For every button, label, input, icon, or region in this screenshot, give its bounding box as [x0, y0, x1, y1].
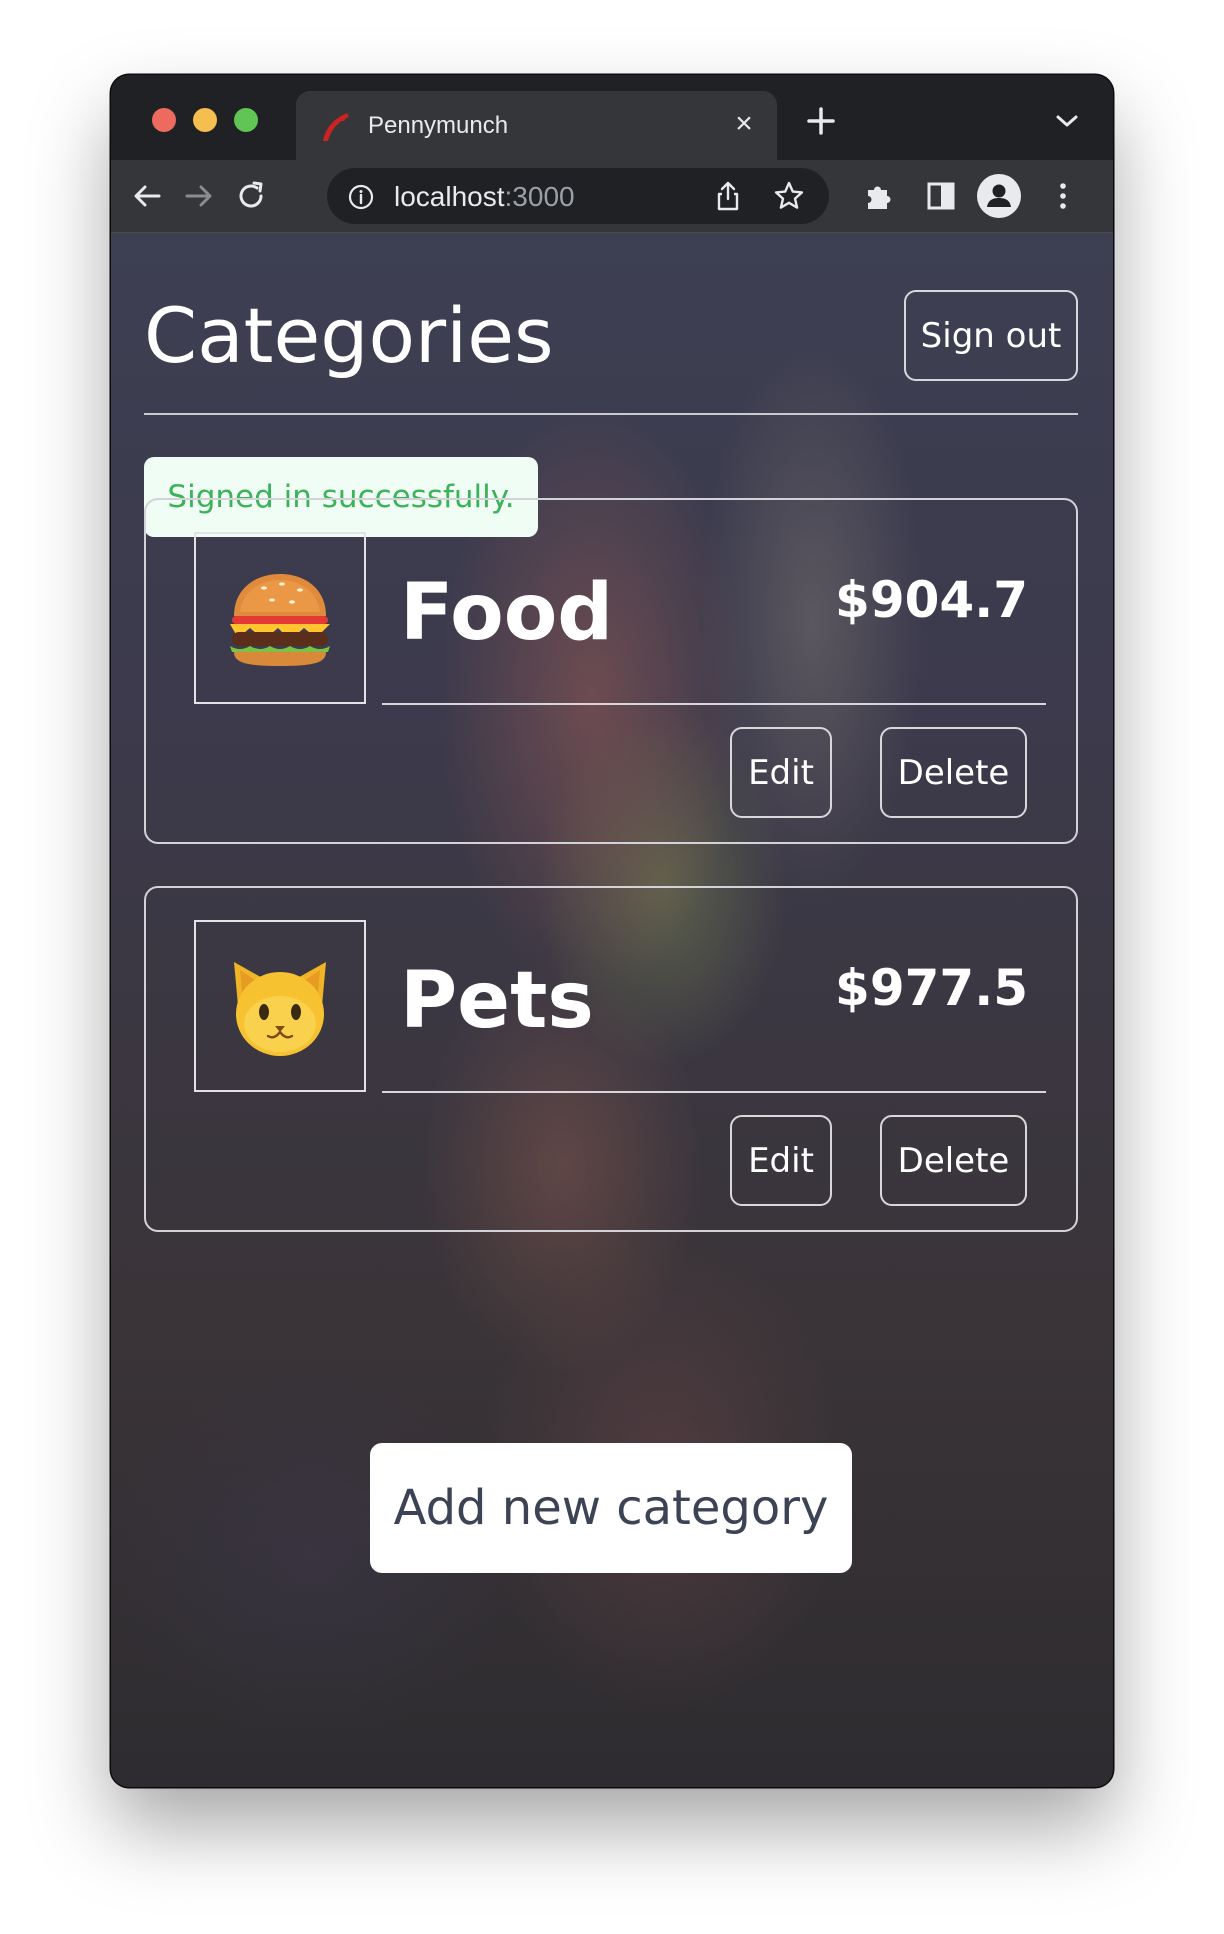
reload-icon[interactable]: [233, 178, 269, 214]
profile-avatar[interactable]: [977, 174, 1021, 218]
more-menu-icon[interactable]: [1045, 178, 1081, 214]
header-divider: [144, 413, 1078, 415]
close-tab-icon[interactable]: ×: [729, 109, 759, 139]
url-port: :3000: [504, 181, 575, 212]
browser-window: Pennymunch × localhost:3000 Categories S…: [111, 75, 1113, 1787]
add-category-button[interactable]: Add new category: [370, 1443, 852, 1573]
category-amount: $977.5: [835, 959, 1028, 1017]
category-card[interactable]: Food $904.7 Edit Delete: [144, 498, 1078, 844]
url-host: localhost: [394, 181, 505, 212]
category-icon-frame: [194, 920, 366, 1092]
sign-out-button[interactable]: Sign out: [904, 290, 1078, 381]
category-card[interactable]: Pets $977.5 Edit Delete: [144, 886, 1078, 1232]
info-icon[interactable]: [347, 183, 375, 211]
browser-tab[interactable]: Pennymunch ×: [296, 91, 777, 160]
category-name: Pets: [400, 956, 594, 1046]
card-divider: [382, 1091, 1046, 1093]
hamburger-icon: [230, 574, 330, 666]
maximize-window-button[interactable]: [234, 108, 258, 132]
browser-toolbar: localhost:3000: [111, 160, 1113, 233]
delete-button[interactable]: Delete: [880, 727, 1027, 818]
extensions-puzzle-icon[interactable]: [861, 178, 897, 214]
share-icon[interactable]: [713, 180, 743, 212]
chevron-down-icon[interactable]: [1054, 111, 1080, 131]
cat-face-icon: [234, 962, 326, 1056]
person-icon: [987, 184, 1011, 207]
delete-button[interactable]: Delete: [880, 1115, 1027, 1206]
close-window-button[interactable]: [152, 108, 176, 132]
side-panel-icon[interactable]: [923, 178, 959, 214]
back-arrow-icon[interactable]: [129, 178, 165, 214]
rails-favicon-icon: [323, 113, 349, 141]
minimize-window-button[interactable]: [193, 108, 217, 132]
bookmark-star-icon[interactable]: [773, 180, 805, 212]
category-amount: $904.7: [835, 571, 1028, 629]
address-bar[interactable]: localhost:3000: [327, 168, 829, 224]
edit-button[interactable]: Edit: [730, 1115, 832, 1206]
forward-arrow-icon[interactable]: [181, 178, 217, 214]
page-title: Categories: [144, 291, 554, 380]
category-name: Food: [400, 568, 614, 658]
category-icon-frame: [194, 532, 366, 704]
tab-strip: Pennymunch ×: [111, 75, 1113, 160]
tab-title: Pennymunch: [368, 112, 509, 139]
new-tab-icon[interactable]: [804, 104, 838, 138]
edit-button[interactable]: Edit: [730, 727, 832, 818]
page-viewport: Categories Sign out Signed in successful…: [111, 233, 1113, 1787]
url-text: localhost:3000: [394, 181, 575, 213]
card-divider: [382, 703, 1046, 705]
